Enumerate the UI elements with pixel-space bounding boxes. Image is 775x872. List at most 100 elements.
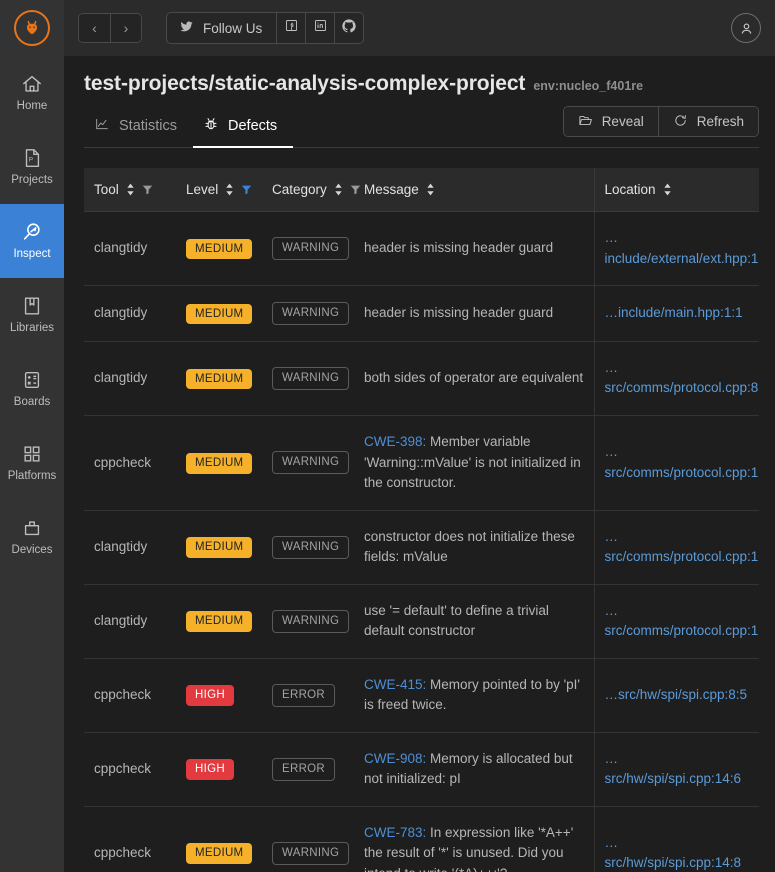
github-icon [341, 18, 357, 39]
cell-category: WARNING [262, 584, 354, 659]
location-link[interactable]: …include/main.hpp:1:1 [605, 305, 743, 320]
sidebar-item-inspect[interactable]: Inspect [0, 204, 64, 278]
sidebar-item-label: Inspect [13, 248, 51, 261]
svg-text:P: P [29, 157, 33, 164]
sidebar-item-boards[interactable]: Boards [0, 352, 64, 426]
cell-location: …src/hw/spi/spi.cpp:14:6 [593, 732, 759, 807]
status-badge-category: ERROR [272, 683, 336, 707]
cell-tool: clangtidy [84, 584, 176, 659]
follow-us-label: Follow Us [203, 20, 263, 36]
sidebar-item-libraries[interactable]: Libraries [0, 278, 64, 352]
status-badge-level: MEDIUM [186, 843, 253, 865]
back-button[interactable]: ‹ [79, 14, 110, 42]
table-header: Tool Level Category Message Location [84, 168, 759, 212]
sort-icon[interactable] [426, 183, 435, 196]
sidebar-item-devices[interactable]: Devices [0, 500, 64, 574]
message-text: constructor does not initialize these fi… [364, 528, 575, 565]
cell-tool: cppcheck [84, 806, 176, 872]
location-link[interactable]: …src/comms/protocol.cpp:8:20 [605, 360, 760, 396]
status-badge-category: WARNING [272, 367, 350, 390]
cell-category: WARNING [262, 285, 354, 342]
github-link[interactable] [334, 13, 363, 43]
cwe-link[interactable]: CWE-398: [364, 434, 426, 449]
tab-defects[interactable]: Defects [193, 106, 294, 148]
cell-location: …src/hw/spi/spi.cpp:8:5 [593, 658, 759, 733]
location-link[interactable]: …src/hw/spi/spi.cpp:8:5 [605, 687, 748, 702]
column-label: Message [364, 182, 419, 197]
bug-icon [203, 116, 219, 136]
location-link[interactable]: …include/external/ext.hpp:1:1 [605, 230, 760, 266]
filter-icon-active[interactable] [241, 184, 252, 195]
table-row[interactable]: cppcheck HIGH ERROR CWE-908: Memory is allo… [84, 732, 759, 807]
facebook-icon [284, 18, 299, 38]
cell-message: both sides of operator are equivalent [354, 341, 594, 417]
table-row[interactable]: cppcheck MEDIUM WARNING CWE-783: In express… [84, 806, 759, 872]
cell-level: MEDIUM [176, 211, 262, 287]
sort-icon[interactable] [126, 183, 135, 196]
page-header: test-projects/static-analysis-complex-pr… [84, 56, 759, 100]
cell-level: HIGH [176, 658, 262, 733]
filter-icon[interactable] [142, 184, 153, 195]
location-link[interactable]: …src/comms/protocol.cpp:16:5 [605, 444, 760, 480]
refresh-button[interactable]: Refresh [657, 107, 758, 136]
table-row[interactable]: clangtidy MEDIUM WARNING header is missing … [84, 285, 759, 342]
message-text: both sides of operator are equivalent [364, 370, 584, 386]
home-icon [21, 73, 43, 95]
location-link[interactable]: …src/hw/spi/spi.cpp:14:8 [605, 835, 742, 871]
cell-category: WARNING [262, 510, 354, 585]
cell-level: MEDIUM [176, 806, 262, 872]
sidebar-nav: Home P Projects Inspect Libraries Boards [0, 56, 64, 574]
sidebar-item-projects[interactable]: P Projects [0, 130, 64, 204]
tab-label: Defects [228, 118, 278, 134]
cell-category: WARNING [262, 211, 354, 287]
message-text: use '= default' to define a trivial defa… [364, 602, 549, 639]
cwe-link[interactable]: CWE-783: [364, 825, 426, 840]
follow-us-button[interactable]: Follow Us [167, 13, 276, 43]
table-row[interactable]: cppcheck MEDIUM WARNING CWE-398: Member var… [84, 415, 760, 511]
status-badge-level: HIGH [186, 685, 234, 707]
cell-message: CWE-415: Memory pointed to by 'pI' is fr… [354, 658, 594, 733]
linkedin-link[interactable] [305, 13, 334, 43]
cell-location: …src/hw/spi/spi.cpp:14:8 [593, 806, 759, 872]
table-row[interactable]: clangtidy MEDIUM WARNING use '= default' to… [84, 584, 760, 659]
table-row[interactable]: clangtidy MEDIUM WARNING both sides of oper… [84, 341, 760, 417]
sort-icon[interactable] [663, 183, 672, 196]
sidebar-item-home[interactable]: Home [0, 56, 64, 130]
reveal-button[interactable]: Reveal [563, 107, 658, 136]
top-toolbar: ‹ › Follow Us [64, 0, 775, 56]
sort-icon[interactable] [225, 183, 234, 196]
status-badge-level: MEDIUM [186, 303, 253, 325]
sidebar-item-label: Boards [13, 396, 51, 409]
location-link[interactable]: …src/comms/protocol.cpp:16:5 [605, 529, 760, 565]
location-link[interactable]: …src/hw/spi/spi.cpp:14:6 [605, 751, 742, 787]
cell-location: …src/comms/protocol.cpp:16:5 [593, 510, 760, 585]
status-badge-level: MEDIUM [186, 238, 253, 260]
twitter-icon [179, 19, 194, 37]
sort-icon[interactable] [334, 183, 343, 196]
environment-label: env:nucleo_f401re [533, 79, 644, 93]
tab-statistics[interactable]: Statistics [84, 106, 193, 148]
avatar[interactable] [731, 13, 761, 43]
sidebar-item-label: Devices [11, 544, 53, 557]
status-badge-category: WARNING [272, 237, 350, 260]
sidebar-item-label: Projects [11, 174, 53, 187]
table-row[interactable]: clangtidy MEDIUM WARNING constructor does n… [84, 510, 760, 585]
forward-button[interactable]: › [110, 14, 141, 42]
status-badge-category: WARNING [272, 609, 350, 633]
table-row[interactable]: clangtidy MEDIUM WARNING header is missing … [84, 211, 760, 287]
cell-message: header is missing header guard [354, 211, 594, 287]
column-header-location: Location [593, 168, 759, 212]
sidebar-item-platforms[interactable]: Platforms [0, 426, 64, 500]
cell-level: MEDIUM [176, 285, 262, 342]
cell-category: WARNING [262, 341, 354, 417]
location-link[interactable]: …src/comms/protocol.cpp:16:5 [605, 603, 760, 639]
defects-table-container: Tool Level Category Message Location cla… [84, 168, 759, 872]
action-button-group: Reveal Refresh [562, 106, 759, 137]
sidebar-item-label: Libraries [9, 322, 55, 335]
app-logo[interactable] [0, 0, 64, 56]
facebook-link[interactable] [276, 13, 305, 43]
table-row[interactable]: cppcheck HIGH ERROR CWE-415: Memory pointed… [84, 658, 759, 733]
filter-icon[interactable] [350, 184, 361, 195]
cwe-link[interactable]: CWE-415: [364, 677, 426, 692]
cwe-link[interactable]: CWE-908: [364, 751, 426, 766]
